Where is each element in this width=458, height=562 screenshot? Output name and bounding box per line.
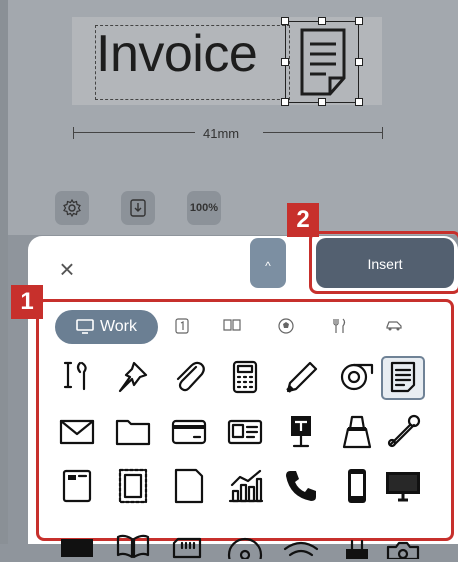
resize-handle[interactable]: [281, 98, 289, 106]
callout-insert-outline: [309, 231, 458, 294]
resize-handle[interactable]: [281, 17, 289, 25]
tab-work-label: Work: [99, 318, 138, 335]
width-value: 41mm: [203, 126, 240, 141]
icon-option[interactable]: [111, 356, 155, 400]
selected-icon-object[interactable]: [285, 21, 359, 103]
icon-option[interactable]: [167, 464, 211, 508]
credit-card-icon: [171, 419, 207, 445]
monitor-icon: [76, 319, 94, 334]
gear-icon: [63, 198, 81, 218]
mailbox-icon: [291, 416, 311, 448]
id-card-icon: [227, 419, 263, 445]
pushpin-icon: [118, 361, 148, 393]
camera-icon: [386, 541, 420, 559]
number-one-icon: [175, 318, 189, 334]
resize-handle[interactable]: [318, 98, 326, 106]
stamp-icon: [118, 468, 148, 504]
tab-numbers[interactable]: [172, 318, 192, 338]
icon-option[interactable]: [381, 464, 425, 508]
book-icon: [116, 534, 150, 559]
document-icon: [390, 361, 416, 393]
tab-work[interactable]: Work: [55, 310, 158, 344]
plug-icon: [346, 539, 368, 559]
binder-clip-icon: [342, 415, 372, 449]
monitor-icon: [386, 472, 420, 502]
tab-books[interactable]: [222, 318, 242, 338]
folder-icon: [115, 419, 151, 446]
fax-icon: [62, 469, 92, 503]
icon-option[interactable]: [223, 464, 267, 508]
icon-option[interactable]: [335, 356, 379, 400]
icon-option[interactable]: [111, 518, 155, 562]
safety-pin-icon: [387, 414, 421, 448]
icon-option[interactable]: [167, 410, 211, 454]
icon-option[interactable]: [381, 410, 425, 454]
tab-transport[interactable]: [384, 318, 404, 338]
tools-icon: [63, 361, 87, 391]
envelope-icon: [59, 419, 95, 445]
icon-option[interactable]: [279, 464, 323, 508]
icon-option[interactable]: [279, 410, 323, 454]
book-icon: [223, 319, 241, 331]
chart-icon: [228, 469, 264, 503]
download-icon: [130, 199, 146, 217]
wifi-icon: [283, 541, 319, 557]
icon-option[interactable]: [55, 356, 99, 400]
icon-option[interactable]: [279, 356, 323, 400]
resize-handle[interactable]: [281, 58, 289, 66]
car-icon: [386, 321, 402, 331]
zoom-label: 100%: [189, 202, 219, 214]
icon-option[interactable]: [381, 518, 425, 562]
document-icon: [300, 28, 346, 96]
zoom-button[interactable]: 100%: [187, 191, 221, 225]
icon-option[interactable]: [335, 518, 379, 562]
icon-option[interactable]: [223, 356, 267, 400]
icon-option[interactable]: [55, 464, 99, 508]
resize-handle[interactable]: [355, 17, 363, 25]
tape-icon: [340, 363, 374, 391]
resize-handle[interactable]: [355, 58, 363, 66]
tab-food[interactable]: [330, 318, 350, 338]
sd-card-icon: [172, 537, 202, 559]
icon-option[interactable]: [381, 356, 425, 400]
tab-sports[interactable]: [276, 318, 296, 338]
icon-option[interactable]: [335, 464, 379, 508]
icon-option[interactable]: [111, 410, 155, 454]
cutlery-icon: [333, 318, 346, 333]
callout-badge-2: 2: [287, 203, 319, 237]
icon-option[interactable]: [279, 518, 323, 562]
soccer-ball-icon: [278, 318, 294, 334]
icon-option[interactable]: [55, 410, 99, 454]
icon-option[interactable]: [223, 410, 267, 454]
icon-option[interactable]: [335, 410, 379, 454]
label-text[interactable]: Invoice: [96, 28, 258, 80]
icon-option[interactable]: [167, 518, 211, 562]
calculator-icon: [232, 360, 258, 394]
settings-button[interactable]: [55, 191, 89, 225]
close-button[interactable]: ×: [52, 254, 82, 284]
left-edge: [0, 0, 8, 544]
collapse-button[interactable]: ^: [250, 238, 286, 288]
callout-badge-1: 1: [11, 285, 43, 319]
paperclip-icon: [176, 361, 205, 392]
resize-handle[interactable]: [355, 98, 363, 106]
printer-icon: [61, 539, 93, 557]
pen-icon: [286, 361, 318, 393]
file-icon: [174, 468, 204, 504]
save-button[interactable]: [121, 191, 155, 225]
smartphone-icon: [348, 469, 366, 503]
icon-option[interactable]: [55, 518, 99, 562]
icon-option[interactable]: [111, 464, 155, 508]
icon-option[interactable]: [167, 356, 211, 400]
cd-icon: [227, 537, 263, 559]
phone-icon: [286, 471, 316, 501]
resize-handle[interactable]: [318, 17, 326, 25]
icon-option[interactable]: [223, 518, 267, 562]
